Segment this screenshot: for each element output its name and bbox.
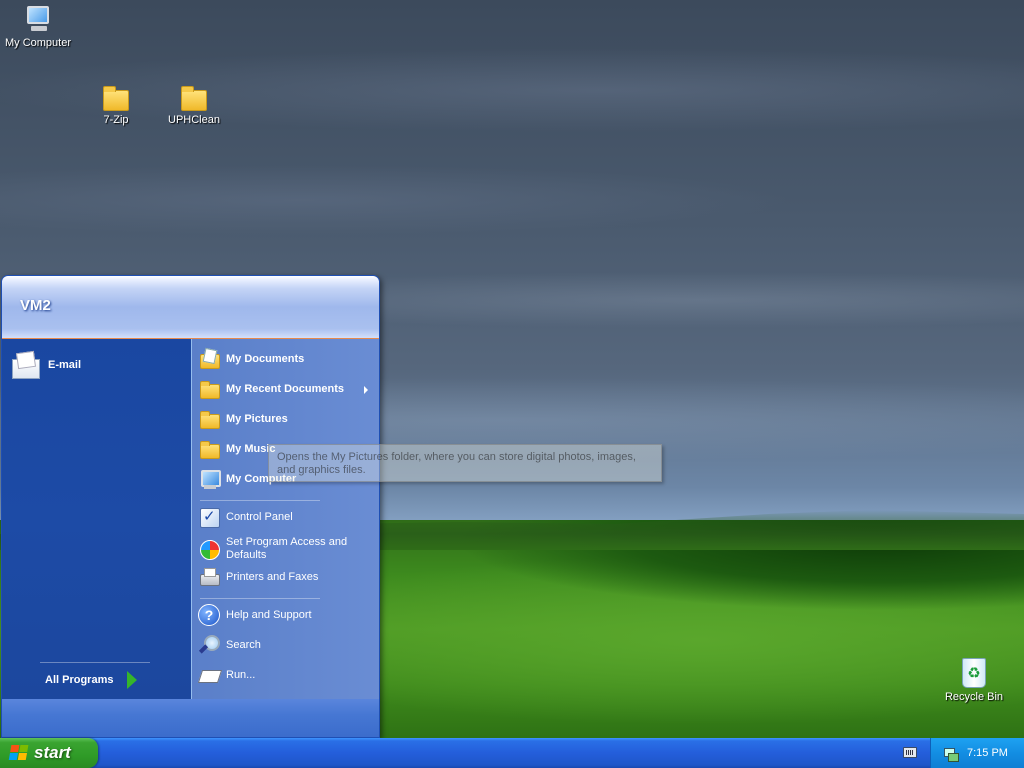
system-tray: 7:15 PM <box>930 738 1024 768</box>
separator <box>200 598 320 599</box>
my-documents-icon <box>198 348 220 370</box>
folder-icon <box>103 86 129 111</box>
desktop-icon-7-zip[interactable]: 7-Zip <box>78 86 154 126</box>
start-item-label: Search <box>226 639 261 651</box>
start-item-run[interactable]: Run... <box>198 664 255 686</box>
start-item-my-music[interactable]: My Music <box>198 438 276 460</box>
start-item-help-and-support[interactable]: ? Help and Support <box>198 604 312 626</box>
my-computer-icon <box>23 4 53 34</box>
start-item-label: My Documents <box>226 353 305 365</box>
folder-icon <box>181 86 207 111</box>
my-computer-icon <box>198 468 221 490</box>
start-item-printers-and-faxes[interactable]: Printers and Faxes <box>198 566 318 588</box>
printer-icon <box>198 566 220 588</box>
start-menu: VM2 <box>1 275 380 738</box>
separator <box>200 500 320 501</box>
keyboard-icon[interactable] <box>903 747 917 758</box>
tooltip: Opens the My Pictures folder, where you … <box>268 444 662 482</box>
start-menu-footer <box>2 699 379 737</box>
help-icon: ? <box>198 604 220 626</box>
start-label: start <box>34 743 71 762</box>
start-item-my-recent-documents[interactable]: My Recent Documents <box>198 378 344 400</box>
start-item-my-documents[interactable]: My Documents <box>198 348 304 370</box>
desktop-icon-label: UPHClean <box>168 114 220 126</box>
start-item-label: Help and Support <box>226 609 312 621</box>
desktop-icon-label: 7-Zip <box>103 114 129 126</box>
start-item-set-program-access[interactable]: Set Program Access and Defaults <box>198 536 356 562</box>
email-icon <box>10 349 42 381</box>
start-item-label: Control Panel <box>226 511 293 523</box>
clock[interactable]: 7:15 PM <box>967 747 1008 759</box>
program-defaults-icon <box>198 538 220 560</box>
start-item-label: Run... <box>226 669 256 681</box>
control-panel-icon <box>198 506 220 528</box>
folder-icon <box>198 408 220 430</box>
desktop-icon-label: Recycle Bin <box>944 691 1004 703</box>
all-programs-button[interactable]: All Programs <box>45 671 138 689</box>
start-menu-header: VM2 <box>2 276 379 339</box>
start-item-label: My Recent Documents <box>226 383 344 395</box>
all-programs-label: All Programs <box>45 674 114 686</box>
recycle-bin-icon: ♻ <box>962 658 986 688</box>
start-item-label: Set Program Access and Defaults <box>226 536 348 561</box>
desktop-icon-my-computer[interactable]: My Computer <box>0 4 76 49</box>
start-menu-left-pane <box>2 339 191 699</box>
submenu-arrow-icon <box>364 386 368 394</box>
folder-icon <box>198 438 220 460</box>
folder-icon <box>198 378 220 400</box>
user-name: VM2 <box>20 297 51 314</box>
start-item-control-panel[interactable]: Control Panel <box>198 506 293 528</box>
desktop-icon-recycle-bin[interactable]: ♻ Recycle Bin <box>936 658 1012 703</box>
start-button[interactable]: start <box>0 738 98 768</box>
start-item-my-pictures[interactable]: My Pictures <box>198 408 288 430</box>
windows-logo-icon <box>8 745 30 761</box>
separator <box>40 662 150 663</box>
network-icon[interactable] <box>943 746 959 762</box>
start-item-email[interactable]: E-mail <box>10 349 81 381</box>
desktop-icon-label: My Computer <box>4 37 72 49</box>
run-icon <box>198 664 220 686</box>
desktop-icon-uphclean[interactable]: UPHClean <box>156 86 232 126</box>
green-arrow-icon <box>127 671 138 689</box>
start-item-label: Printers and Faxes <box>226 571 319 583</box>
start-item-search[interactable]: Search <box>198 634 261 656</box>
start-item-label: My Pictures <box>226 413 288 425</box>
start-item-label: E-mail <box>48 359 82 371</box>
search-icon <box>198 634 220 656</box>
taskbar: start 7:15 PM <box>0 738 1024 768</box>
